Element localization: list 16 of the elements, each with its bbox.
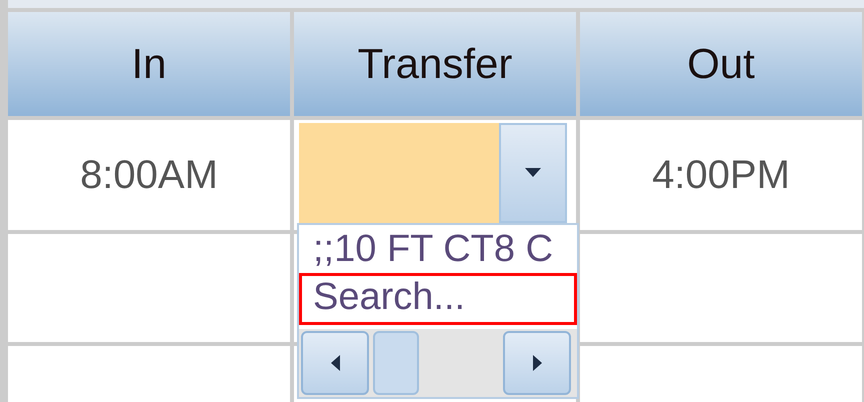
caret-icon <box>525 168 541 178</box>
column-header[interactable]: In <box>8 12 290 116</box>
horizontal-scrollbar[interactable] <box>299 329 577 397</box>
dropdown-field[interactable] <box>299 123 499 223</box>
column-header[interactable]: Transfer <box>294 12 576 116</box>
scroll-thumb[interactable] <box>373 331 419 395</box>
dropdown-button[interactable] <box>499 123 567 223</box>
scroll-right-button[interactable] <box>503 331 571 395</box>
dropdown-option[interactable]: Search... <box>299 273 577 325</box>
table-cell: 8:00AM <box>8 120 290 230</box>
dropdown-option[interactable]: ;;10 FT CT8 C <box>299 225 577 273</box>
column-header[interactable]: Out <box>580 12 862 116</box>
left-arrow-icon <box>330 355 340 371</box>
scroll-left-button[interactable] <box>301 331 369 395</box>
table-cell: 4:00PM <box>580 120 862 230</box>
right-arrow-icon <box>532 355 542 371</box>
